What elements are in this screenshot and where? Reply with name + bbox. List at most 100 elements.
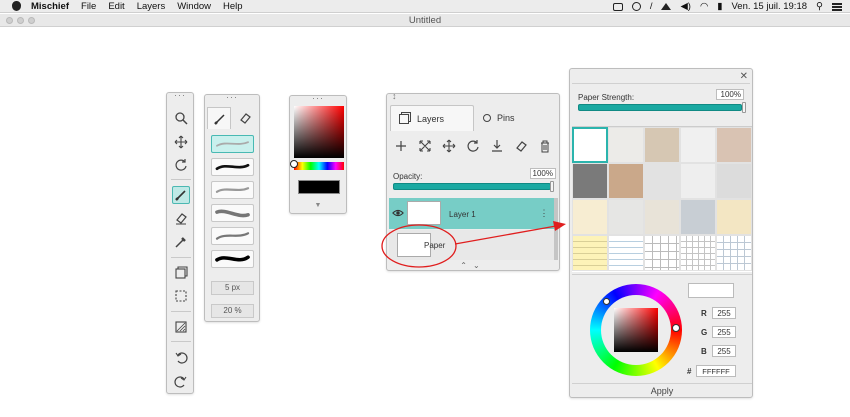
texture-swatch[interactable] xyxy=(716,199,752,235)
texture-swatch[interactable] xyxy=(680,199,716,235)
brush-tab[interactable] xyxy=(207,107,231,129)
texture-swatch[interactable] xyxy=(572,199,608,235)
move-tool-icon[interactable] xyxy=(172,133,190,151)
blue-field[interactable]: 255 xyxy=(712,345,736,357)
eraser-tab[interactable] xyxy=(233,107,257,129)
menu-window[interactable]: Window xyxy=(177,1,211,12)
texture-swatch[interactable] xyxy=(644,235,680,271)
texture-swatch[interactable] xyxy=(680,163,716,199)
texture-swatch[interactable] xyxy=(644,127,680,163)
texture-swatch[interactable] xyxy=(608,127,644,163)
hue-slider-knob[interactable] xyxy=(290,160,298,168)
texture-swatch[interactable] xyxy=(716,235,752,271)
merge-down-icon[interactable] xyxy=(489,138,505,154)
flag-icon[interactable]: ▮ xyxy=(717,1,722,12)
tab-pins[interactable]: Pins xyxy=(477,105,557,131)
display-icon[interactable] xyxy=(612,2,623,11)
layer-more-icon[interactable]: ⋮ xyxy=(539,204,549,222)
apple-icon[interactable] xyxy=(12,1,21,11)
texture-swatch[interactable] xyxy=(608,235,644,271)
shape-tool-icon[interactable] xyxy=(172,263,190,281)
undo-icon[interactable] xyxy=(172,348,190,366)
texture-swatch[interactable] xyxy=(716,163,752,199)
brush-preset-2[interactable] xyxy=(211,158,254,176)
layers-scrollbar[interactable] xyxy=(554,198,558,260)
trash-icon[interactable] xyxy=(537,138,553,154)
menu-help[interactable]: Help xyxy=(223,1,243,12)
brush-opacity-field[interactable]: 20 % xyxy=(211,304,254,318)
rotate-layer-icon[interactable] xyxy=(465,138,481,154)
eyedropper-tool-icon[interactable] xyxy=(172,233,190,251)
hue-slider[interactable] xyxy=(294,162,344,170)
hex-color-field[interactable]: FFFFFF xyxy=(696,365,736,377)
texture-swatch[interactable] xyxy=(644,163,680,199)
color-picker-grip[interactable]: ··· xyxy=(290,94,346,105)
clear-layer-icon[interactable] xyxy=(513,138,529,154)
close-icon[interactable]: ✕ xyxy=(740,71,748,82)
brush-preset-6[interactable] xyxy=(211,250,254,268)
texture-swatch[interactable] xyxy=(572,235,608,271)
brush-size-field[interactable]: 5 px xyxy=(211,281,254,295)
brush-tool-icon[interactable] xyxy=(172,186,190,204)
opacity-value-field[interactable]: 100% xyxy=(530,168,556,179)
rotate-tool-icon[interactable] xyxy=(172,156,190,174)
hue-ring-knob[interactable] xyxy=(672,324,680,332)
saturation-knob[interactable] xyxy=(603,298,610,305)
menu-app-name[interactable]: Mischief xyxy=(31,1,69,12)
transform-layer-icon[interactable] xyxy=(417,138,433,154)
brush-preset-4[interactable] xyxy=(211,204,254,222)
redo-icon[interactable] xyxy=(172,372,190,390)
brush-panel: ··· 5 px 20 % xyxy=(204,93,260,322)
brush-preset-5[interactable] xyxy=(211,227,254,245)
tool-palette: ··· xyxy=(166,91,194,394)
opacity-slider[interactable] xyxy=(393,183,551,190)
texture-swatch[interactable] xyxy=(572,163,608,199)
layer-row[interactable]: Layer 1 ⋮ xyxy=(389,198,554,229)
brush-panel-grip[interactable]: ··· xyxy=(205,93,259,104)
paper-strength-knob[interactable] xyxy=(742,102,746,113)
texture-swatch[interactable] xyxy=(716,127,752,163)
eye-visibility-icon[interactable] xyxy=(392,207,404,219)
eject-icon[interactable] xyxy=(661,3,672,10)
zoom-tool-icon[interactable] xyxy=(172,109,190,127)
layer-thumbnail xyxy=(407,201,441,225)
pen-status-icon[interactable]: / xyxy=(650,1,653,12)
menu-edit[interactable]: Edit xyxy=(108,1,124,12)
menu-file[interactable]: File xyxy=(81,1,96,12)
tool-palette-grip[interactable]: ··· xyxy=(167,91,193,102)
notification-center-icon[interactable] xyxy=(832,2,842,11)
texture-swatch[interactable] xyxy=(608,163,644,199)
texture-swatch[interactable] xyxy=(680,235,716,271)
eraser-tool-icon[interactable] xyxy=(172,209,190,227)
canvas-tool-icon[interactable] xyxy=(172,318,190,336)
volume-icon[interactable]: ◀) xyxy=(680,1,690,12)
spotlight-search-icon[interactable]: ⚲ xyxy=(816,1,823,12)
menu-clock[interactable]: Ven. 15 juil. 19:18 xyxy=(731,1,807,12)
move-layer-icon[interactable] xyxy=(441,138,457,154)
add-layer-icon[interactable] xyxy=(393,138,409,154)
texture-swatch[interactable] xyxy=(644,199,680,235)
opacity-slider-knob[interactable] xyxy=(550,181,554,192)
texture-swatch[interactable] xyxy=(572,127,608,163)
menu-layers[interactable]: Layers xyxy=(137,1,166,12)
time-machine-icon[interactable] xyxy=(631,2,641,11)
texture-swatch[interactable] xyxy=(680,127,716,163)
tab-layers[interactable]: Layers xyxy=(390,105,474,131)
texture-swatch[interactable] xyxy=(608,199,644,235)
brush-preset-1[interactable] xyxy=(211,135,254,153)
saturation-value-square[interactable] xyxy=(614,308,658,352)
expand-chevron-icon[interactable]: ▼ xyxy=(290,202,346,209)
paper-strength-field[interactable]: 100% xyxy=(716,89,744,100)
brush-preset-3[interactable] xyxy=(211,181,254,199)
selection-tool-icon[interactable] xyxy=(172,287,190,305)
layers-panel-grip[interactable]: ↕ xyxy=(387,92,559,103)
saturation-value-square[interactable] xyxy=(294,106,344,158)
apply-button[interactable]: Apply xyxy=(572,383,752,397)
green-field[interactable]: 255 xyxy=(712,326,736,338)
wifi-icon[interactable]: ◠ xyxy=(700,1,708,12)
paper-layer-row[interactable]: Paper xyxy=(389,230,554,260)
layers-collapse-chevrons-icon[interactable]: ⌃⌄ xyxy=(387,261,559,270)
current-color-swatch[interactable] xyxy=(298,180,340,194)
red-field[interactable]: 255 xyxy=(712,307,736,319)
paper-strength-slider[interactable] xyxy=(578,104,742,111)
